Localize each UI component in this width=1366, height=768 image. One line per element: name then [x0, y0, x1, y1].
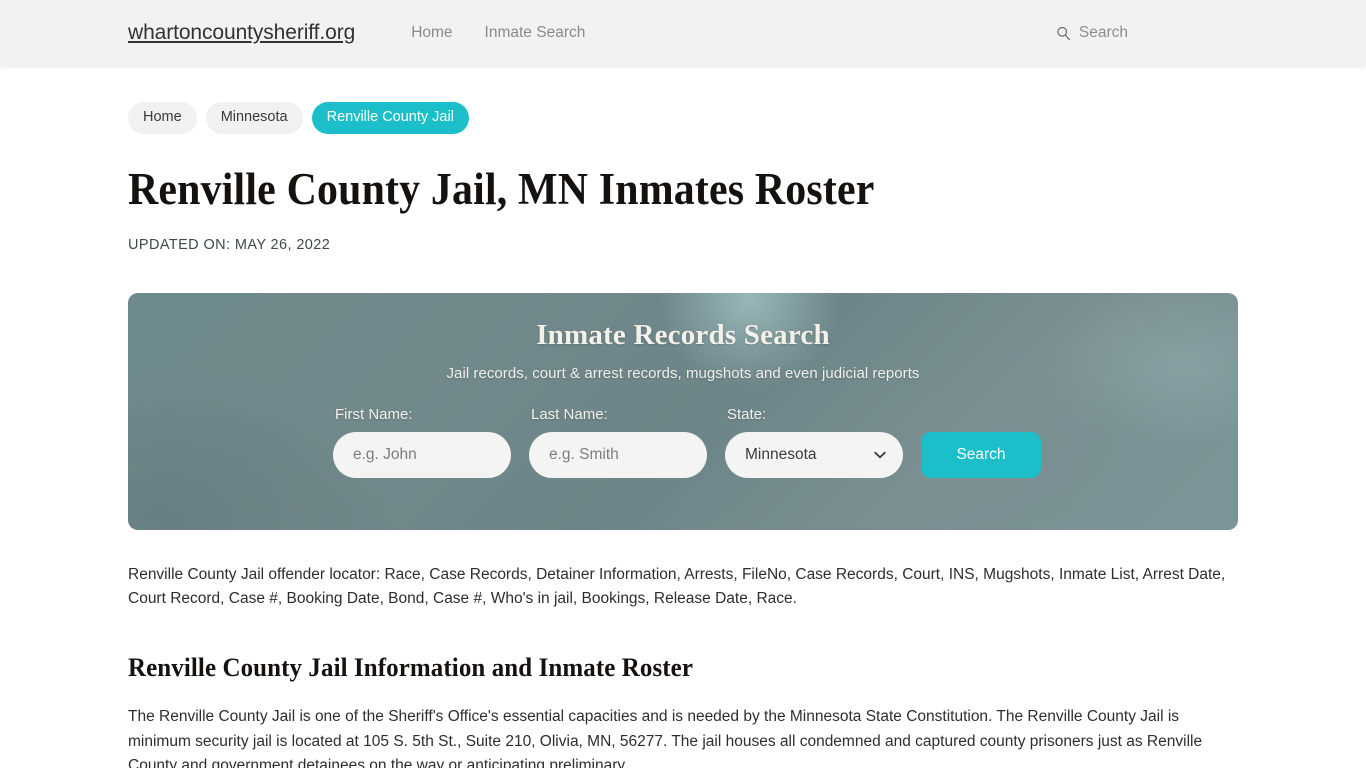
- state-select-wrap: Minnesota: [725, 431, 903, 478]
- main-nav: Home Inmate Search: [395, 20, 601, 46]
- first-name-label: First Name:: [335, 405, 413, 423]
- inmate-search-submit-button[interactable]: Search: [921, 431, 1041, 478]
- section-heading: Renville County Jail Information and Inm…: [128, 653, 694, 683]
- breadcrumb-item-home[interactable]: Home: [128, 102, 197, 134]
- last-name-label: Last Name:: [531, 405, 608, 423]
- state-label: State:: [727, 405, 767, 423]
- nav-item-inmate-search[interactable]: Inmate Search: [469, 20, 602, 46]
- site-brand-link[interactable]: whartoncountysheriff.org: [128, 21, 355, 45]
- breadcrumb: Home Minnesota Renville County Jail: [128, 66, 1238, 134]
- header-search-toggle[interactable]: Search: [1056, 24, 1238, 42]
- search-icon: [1056, 26, 1071, 41]
- section-paragraph: The Renville County Jail is one of the S…: [128, 708, 1203, 768]
- state-select[interactable]: Minnesota: [725, 431, 903, 478]
- search-panel-title: Inmate Records Search: [536, 318, 830, 351]
- updated-on-text: UPDATED ON: MAY 26, 2022: [128, 236, 331, 253]
- first-name-field-group: First Name:: [333, 406, 511, 478]
- inmate-search-form: First Name: Last Name: State: Minnesota: [128, 406, 1238, 478]
- header-search-label: Search: [1078, 24, 1128, 41]
- site-header: whartoncountysheriff.org Home Inmate Sea…: [0, 0, 1366, 66]
- page-title: Renville County Jail, MN Inmates Roster: [128, 163, 875, 214]
- last-name-field-group: Last Name:: [529, 406, 707, 478]
- search-panel-subtitle: Jail records, court & arrest records, mu…: [446, 364, 920, 382]
- state-field-group: State: Minnesota: [725, 406, 903, 478]
- search-panel-content: Inmate Records Search Jail records, cour…: [128, 293, 1238, 478]
- locator-paragraph: Renville County Jail offender locator: R…: [128, 565, 1226, 608]
- first-name-input[interactable]: [333, 431, 511, 478]
- header-inner: whartoncountysheriff.org Home Inmate Sea…: [0, 20, 1366, 46]
- breadcrumb-item-current[interactable]: Renville County Jail: [311, 102, 469, 134]
- inmate-records-search-panel: Inmate Records Search Jail records, cour…: [128, 292, 1238, 530]
- last-name-input[interactable]: [529, 431, 707, 478]
- breadcrumb-item-minnesota[interactable]: Minnesota: [205, 102, 303, 134]
- page-container: Home Minnesota Renville County Jail Renv…: [0, 66, 1366, 768]
- nav-item-home[interactable]: Home: [395, 20, 468, 46]
